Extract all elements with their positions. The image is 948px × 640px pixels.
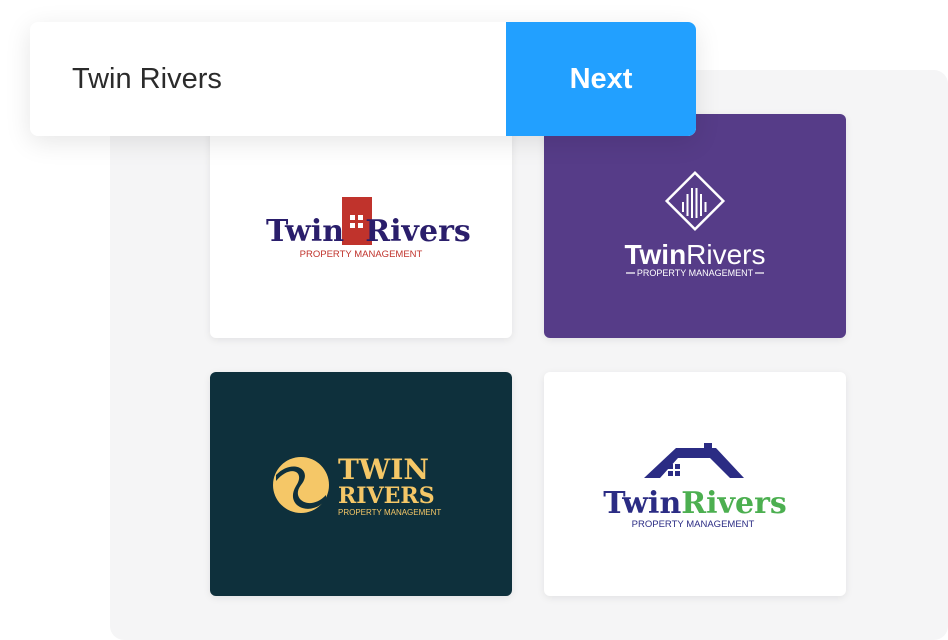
logo-4: TwinRivers PROPERTY MANAGEMENT [603,443,787,530]
logo-4-tagline: PROPERTY MANAGEMENT [632,519,755,530]
logo-1-tagline: PROPERTY MANAGEMENT [300,249,423,260]
logo-3-word-1: TWIN [338,453,429,486]
logo-card-1[interactable]: Twin Rivers PROPERTY MANAGEMENT [210,114,512,338]
business-name-bar: Next [30,22,696,136]
business-name-input[interactable] [30,22,506,136]
logo-4-word-1: Twin [603,486,681,521]
logo-card-2[interactable]: TwinRivers PROPERTY MANAGEMENT [544,114,846,338]
logo-1-word-1: Twin [266,214,344,249]
logo-2: TwinRivers PROPERTY MANAGEMENT [544,114,846,338]
logo-3: TWIN RIVERS PROPERTY MANAGEMENT [210,372,512,596]
next-button[interactable]: Next [506,22,696,136]
logo-2-word-1: Twin [624,239,686,270]
logo-2-name: TwinRivers [624,239,765,270]
logo-2-tagline: PROPERTY MANAGEMENT [637,268,754,278]
swirl-icon [273,457,329,513]
logo-card-3[interactable]: TWIN RIVERS PROPERTY MANAGEMENT [210,372,512,596]
logo-4-word-2: Rivers [681,486,787,521]
logo-3-tagline: PROPERTY MANAGEMENT [338,508,441,517]
logo-3-word-2: RIVERS [338,483,435,509]
logo-1-word-2: Rivers [365,214,471,249]
logo-1: Twin Rivers PROPERTY MANAGEMENT [266,197,471,260]
logo-4-name: TwinRivers [603,486,787,521]
logo-2-word-2: Rivers [686,239,765,270]
house-roof-icon [644,443,744,478]
logo-card-4[interactable]: TwinRivers PROPERTY MANAGEMENT [544,372,846,596]
